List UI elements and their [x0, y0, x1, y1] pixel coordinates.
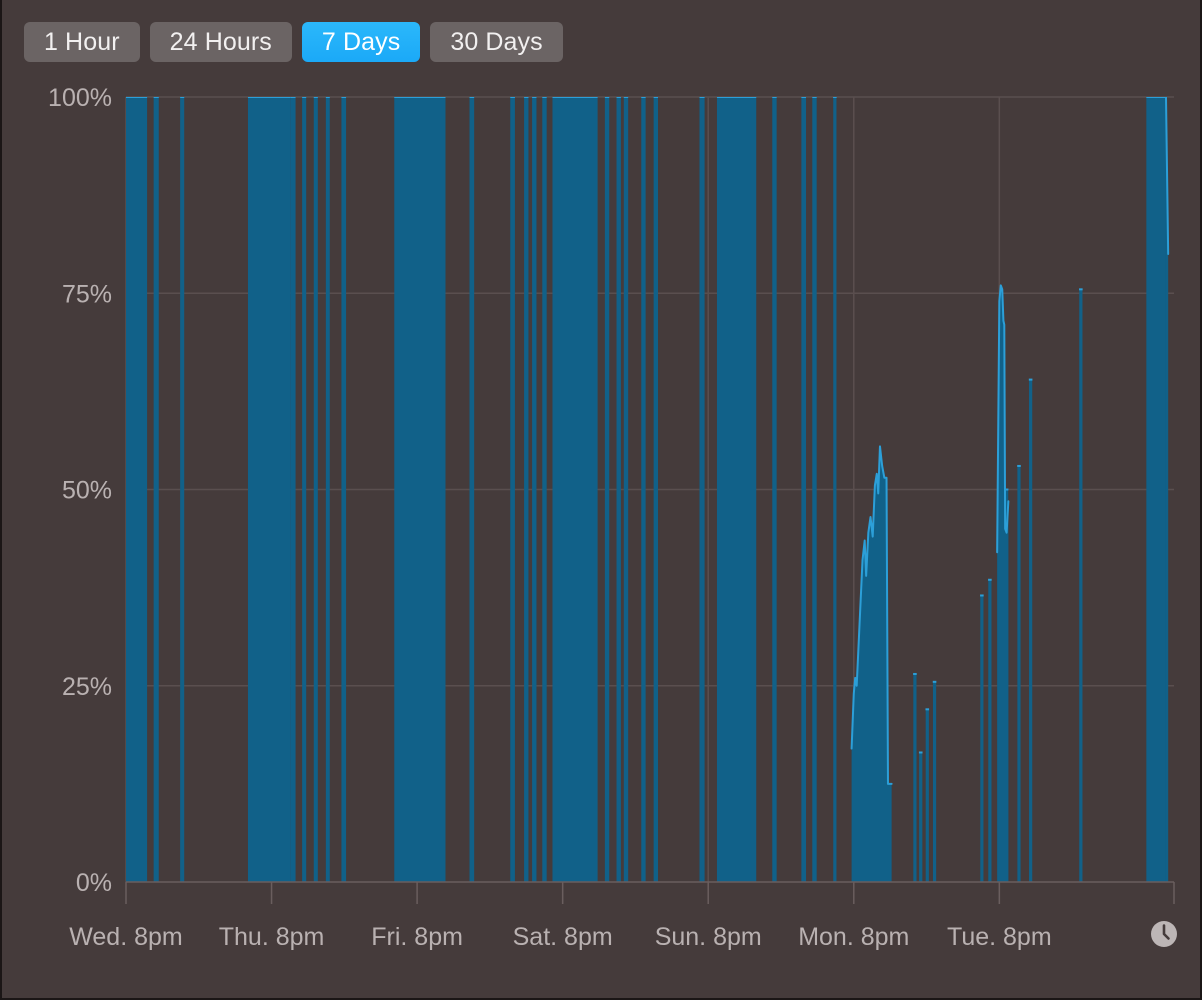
x-axis-tick-label: Sat. 8pm: [513, 923, 613, 951]
x-axis-tick-labels: Wed. 8pm Thu. 8pm Fri. 8pm Sat. 8pm Sun. 8pm…: [69, 923, 1051, 951]
chart-axis-lines: [125, 881, 1175, 904]
time-range-segmented-control[interactable]: 1 Hour 24 Hours 7 Days 30 Days: [24, 22, 563, 62]
cpu-usage-plot: 0% 25% 50% 75% 100% Wed. 8pm Thu. 8pm Fri. 8pm…: [48, 84, 1175, 951]
x-axis-tick-label: Wed. 8pm: [69, 923, 182, 951]
cpu-usage-chart: 0% 25% 50% 75% 100% Wed. 8pm Thu. 8pm Fri. 8pm…: [2, 76, 1200, 966]
y-axis-tick-label: 75%: [62, 280, 112, 308]
clock-icon[interactable]: [1150, 920, 1178, 948]
range-button-1-hour[interactable]: 1 Hour: [24, 22, 140, 62]
range-button-7-days[interactable]: 7 Days: [301, 22, 421, 62]
x-axis-tick-label: Tue. 8pm: [947, 923, 1052, 951]
y-axis-tick-label: 50%: [62, 477, 112, 505]
x-axis-tick-label: Sun. 8pm: [655, 923, 762, 951]
x-axis-tick-label: Mon. 8pm: [798, 923, 909, 951]
y-axis-tick-labels: 0% 25% 50% 75% 100%: [48, 84, 112, 897]
x-axis-tick-label: Thu. 8pm: [219, 923, 325, 951]
activity-monitor-cpu-window: 1 Hour 24 Hours 7 Days 30 Days 0% 25% 50% 7…: [0, 0, 1202, 1000]
y-axis-tick-label: 0%: [76, 869, 112, 897]
x-axis-tick-label: Fri. 8pm: [371, 923, 463, 951]
range-button-24-hours[interactable]: 24 Hours: [149, 22, 292, 62]
y-axis-tick-label: 25%: [62, 673, 112, 701]
clock-icon-glyph: [1151, 921, 1177, 947]
range-button-30-days[interactable]: 30 Days: [430, 22, 563, 62]
y-axis-tick-label: 100%: [48, 84, 112, 112]
